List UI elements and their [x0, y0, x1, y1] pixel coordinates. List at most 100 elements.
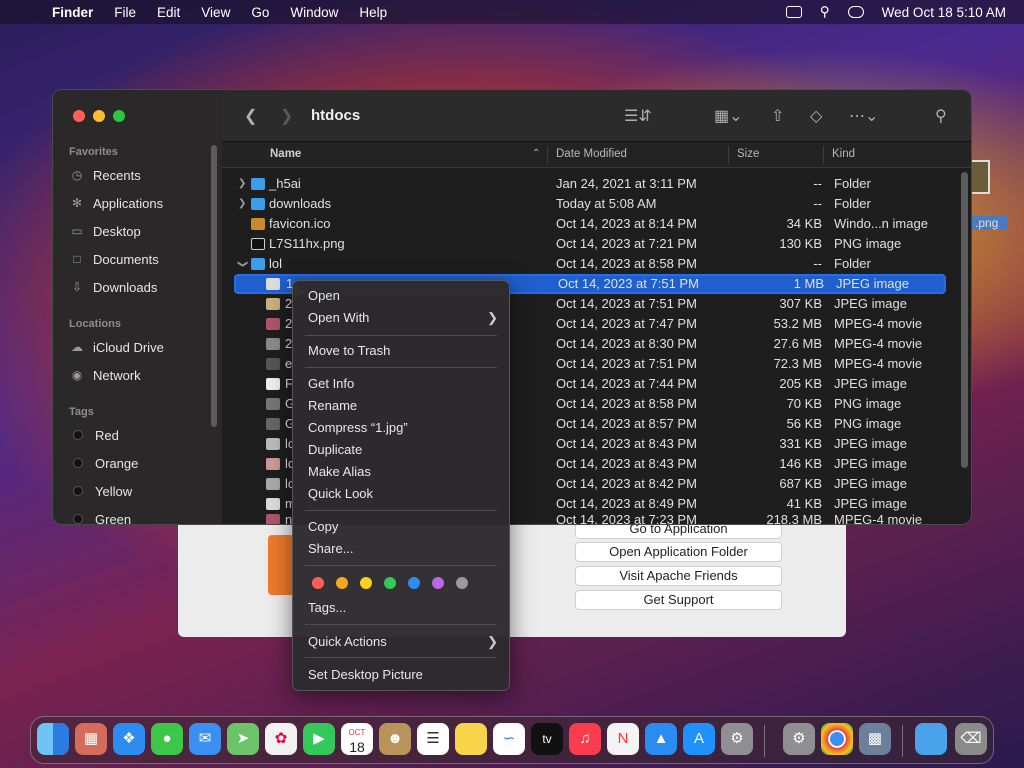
downloads-folder-icon[interactable]: [915, 723, 947, 755]
share-icon[interactable]: ⇧: [771, 106, 784, 126]
more-actions-icon[interactable]: ⋯⌄: [849, 106, 878, 126]
minimize-window-icon[interactable]: [93, 110, 105, 122]
table-row[interactable]: ❯ _h5ai Jan 24, 2021 at 3:11 PM -- Folder: [222, 174, 960, 194]
desktop-file-label[interactable]: .png: [972, 216, 1008, 230]
table-row[interactable]: favicon.ico Oct 14, 2023 at 8:14 PM 34 KB W…: [222, 214, 960, 234]
table-row[interactable]: ❯ downloads Today at 5:08 AM -- Folder: [222, 194, 960, 214]
column-header-kind[interactable]: Kind: [832, 148, 855, 160]
keynote-icon[interactable]: ▲: [645, 723, 677, 755]
news-icon[interactable]: N: [607, 723, 639, 755]
menu-item-set-desktop-picture[interactable]: Set Desktop Picture: [308, 666, 498, 684]
disclosure-arrow-icon[interactable]: ❯: [238, 194, 246, 214]
sidebar-item-icloud-drive[interactable]: ☁ iCloud Drive: [69, 337, 164, 357]
sidebar-item-network[interactable]: ◉ Network: [69, 365, 141, 385]
menu-item-make-alias[interactable]: Make Alias: [308, 463, 498, 481]
search-icon[interactable]: ⚲: [935, 106, 947, 126]
file-kind: PNG image: [834, 416, 902, 431]
sidebar-item-applications[interactable]: ✻ Applications: [69, 193, 163, 213]
menu-help[interactable]: Help: [359, 5, 387, 20]
menu-view[interactable]: View: [201, 5, 230, 20]
column-header-date[interactable]: Date Modified: [556, 148, 627, 160]
sidebar-item-tag-red[interactable]: Red: [69, 425, 119, 445]
contacts-icon[interactable]: ☻: [379, 723, 411, 755]
disclosure-arrow-icon[interactable]: ❯: [232, 260, 252, 268]
menu-window[interactable]: Window: [290, 5, 338, 20]
notes-icon[interactable]: [455, 723, 487, 755]
sidebar-item-desktop[interactable]: ▭ Desktop: [69, 221, 140, 241]
list-view-icon[interactable]: ☰⇵: [624, 106, 652, 126]
menu-item-move-to-trash[interactable]: Move to Trash: [308, 342, 498, 360]
tag-purple-dot[interactable]: [432, 577, 444, 589]
calendar-icon[interactable]: OCT 18: [341, 723, 373, 755]
desktop-file-thumbnail[interactable]: [970, 160, 990, 194]
menu-item-quick-look[interactable]: Quick Look: [308, 485, 498, 503]
forward-arrow-icon[interactable]: ❯: [280, 106, 293, 126]
group-by-icon[interactable]: ▦⌄: [714, 106, 743, 126]
mail-icon[interactable]: ✉: [189, 723, 221, 755]
sidebar-item-tag-orange[interactable]: Orange: [69, 453, 138, 473]
safari-icon[interactable]: ❖: [113, 723, 145, 755]
tag-gray-dot[interactable]: [456, 577, 468, 589]
menubar-clock[interactable]: Wed Oct 18 5:10 AM: [882, 5, 1006, 20]
menu-item-duplicate[interactable]: Duplicate: [308, 441, 498, 459]
visit-apache-friends-button[interactable]: Visit Apache Friends: [575, 566, 782, 586]
menu-item-open-with[interactable]: Open With ❯: [308, 309, 498, 327]
preview-icon[interactable]: ▩: [859, 723, 891, 755]
menu-item-tags[interactable]: Tags...: [308, 599, 498, 617]
sidebar-favorites-header: Favorites: [69, 146, 118, 158]
reminders-icon[interactable]: ☰: [417, 723, 449, 755]
messages-icon[interactable]: ●: [151, 723, 183, 755]
tag-red-dot[interactable]: [312, 577, 324, 589]
menu-item-rename[interactable]: Rename: [308, 397, 498, 415]
maps-icon[interactable]: ➤: [227, 723, 259, 755]
finder-icon[interactable]: [37, 723, 69, 755]
trash-icon[interactable]: ⌫: [955, 723, 987, 755]
app-store-icon[interactable]: A: [683, 723, 715, 755]
menu-edit[interactable]: Edit: [157, 5, 180, 20]
table-row[interactable]: ❯ lol Oct 14, 2023 at 8:58 PM -- Folder: [222, 254, 960, 274]
menu-item-compress[interactable]: Compress “1.jpg”: [308, 419, 498, 437]
file-size: 331 KB: [779, 436, 822, 451]
tag-blue-dot[interactable]: [408, 577, 420, 589]
tag-yellow-dot[interactable]: [360, 577, 372, 589]
tag-icon[interactable]: ◇: [810, 106, 822, 126]
launchpad-icon[interactable]: ▦: [75, 723, 107, 755]
close-window-icon[interactable]: [73, 110, 85, 122]
menu-item-copy[interactable]: Copy: [308, 518, 498, 536]
menu-item-share[interactable]: Share...: [308, 540, 498, 558]
menu-item-open[interactable]: Open: [308, 287, 498, 305]
spotlight-search-icon[interactable]: ⚲: [820, 4, 830, 20]
music-icon[interactable]: ♫: [569, 723, 601, 755]
apple-tv-icon[interactable]: tv: [531, 723, 563, 755]
photos-icon[interactable]: ✿: [265, 723, 297, 755]
zoom-window-icon[interactable]: [113, 110, 125, 122]
table-row[interactable]: L7S11hx.png Oct 14, 2023 at 7:21 PM 130 KB…: [222, 234, 960, 254]
column-header-size[interactable]: Size: [737, 148, 759, 160]
sidebar-item-tag-green[interactable]: Green: [69, 509, 131, 524]
back-arrow-icon[interactable]: ❮: [244, 106, 257, 126]
freeform-icon[interactable]: ∽: [493, 723, 525, 755]
menu-go[interactable]: Go: [251, 5, 269, 20]
sidebar-item-tag-yellow[interactable]: Yellow: [69, 481, 132, 501]
sidebar-item-recents[interactable]: ◷ Recents: [69, 165, 141, 185]
tag-green-dot[interactable]: [384, 577, 396, 589]
file-list-scrollbar[interactable]: [961, 172, 968, 468]
disclosure-arrow-icon[interactable]: ❯: [238, 174, 246, 194]
system-settings-icon[interactable]: ⚙: [721, 723, 753, 755]
control-center-icon[interactable]: [847, 6, 864, 18]
chrome-icon[interactable]: [821, 723, 853, 755]
menu-item-quick-actions[interactable]: Quick Actions ❯: [308, 633, 498, 651]
tag-orange-dot[interactable]: [336, 577, 348, 589]
sidebar-item-downloads[interactable]: ⇩ Downloads: [69, 277, 157, 297]
sidebar-scrollbar[interactable]: [211, 145, 217, 427]
facetime-icon[interactable]: ▶: [303, 723, 335, 755]
column-header-name[interactable]: Name: [270, 148, 301, 160]
get-support-button[interactable]: Get Support: [575, 590, 782, 610]
menu-app-finder[interactable]: Finder: [52, 5, 93, 20]
sidebar-item-documents[interactable]: □ Documents: [69, 249, 158, 269]
screen-mirroring-icon[interactable]: [785, 6, 802, 18]
menu-file[interactable]: File: [114, 5, 136, 20]
xampp-manager-icon[interactable]: ⚙: [783, 723, 815, 755]
open-application-folder-button[interactable]: Open Application Folder: [575, 542, 782, 562]
menu-item-get-info[interactable]: Get Info: [308, 375, 498, 393]
